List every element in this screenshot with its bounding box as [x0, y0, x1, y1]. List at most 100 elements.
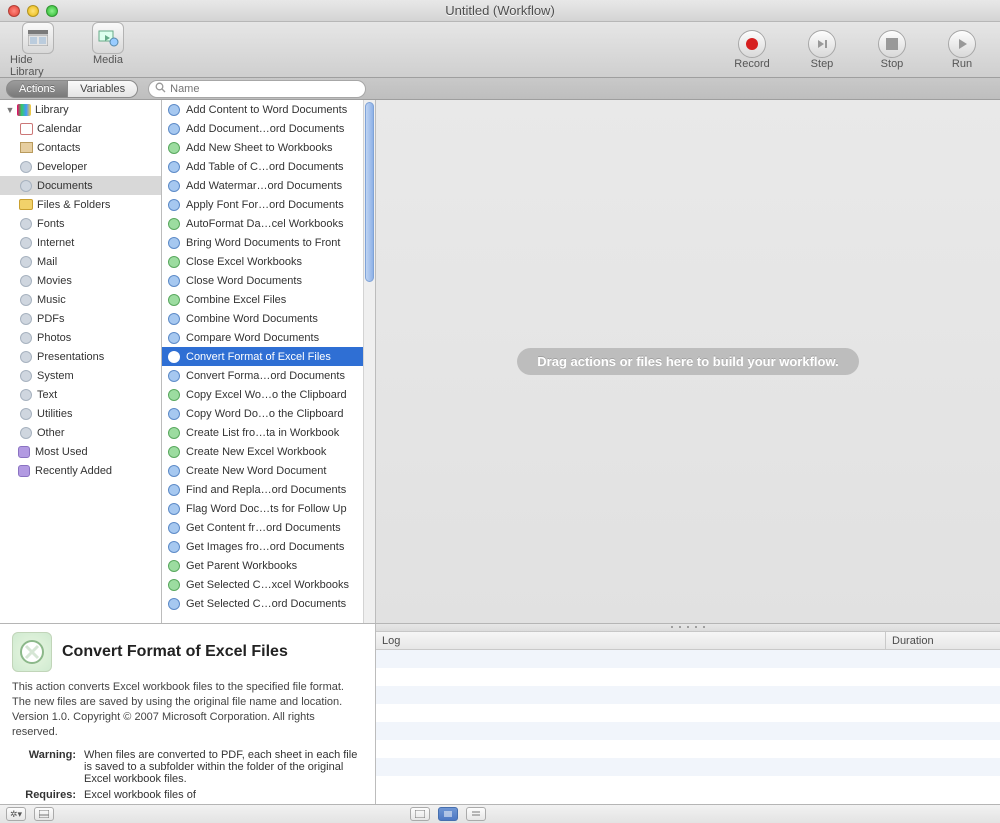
category-icon [18, 368, 34, 384]
tab-variables[interactable]: Variables [68, 80, 138, 98]
excel-icon [166, 254, 182, 270]
library-item[interactable]: Calendar [0, 119, 161, 138]
library-item[interactable]: Text [0, 385, 161, 404]
action-row[interactable]: Add Content to Word Documents [162, 100, 363, 119]
view-flow-button[interactable] [410, 807, 430, 821]
word-icon [166, 482, 182, 498]
action-row[interactable]: Add New Sheet to Workbooks [162, 138, 363, 157]
action-row[interactable]: Create New Excel Workbook [162, 442, 363, 461]
library-item[interactable]: Music [0, 290, 161, 309]
library-item[interactable]: Files & Folders [0, 195, 161, 214]
list-icon [443, 810, 453, 818]
library-item[interactable]: Documents [0, 176, 161, 195]
action-row[interactable]: Bring Word Documents to Front [162, 233, 363, 252]
action-row[interactable]: Create List fro…ta in Workbook [162, 423, 363, 442]
action-row[interactable]: Copy Word Do…o the Clipboard [162, 404, 363, 423]
action-row[interactable]: AutoFormat Da…cel Workbooks [162, 214, 363, 233]
library-item[interactable]: Developer [0, 157, 161, 176]
recently-added[interactable]: Recently Added [0, 461, 161, 480]
action-row[interactable]: Convert Forma…ord Documents [162, 366, 363, 385]
action-info-title: Convert Format of Excel Files [62, 643, 288, 661]
tab-actions[interactable]: Actions [6, 80, 68, 98]
category-icon [18, 273, 34, 289]
action-label: Add Watermar…ord Documents [186, 180, 342, 192]
search-icon [155, 82, 166, 96]
media-button[interactable]: Media [80, 22, 136, 78]
actions-list[interactable]: Add Content to Word DocumentsAdd Documen… [162, 100, 363, 623]
action-row[interactable]: Find and Repla…ord Documents [162, 480, 363, 499]
stop-icon [878, 30, 906, 58]
library-sidebar[interactable]: ▼ Library Calendar ContactsDeveloperDocum… [0, 100, 162, 623]
library-item[interactable]: System [0, 366, 161, 385]
category-icon [18, 406, 34, 422]
library-icon [22, 22, 54, 54]
grab-dots-icon [668, 625, 708, 630]
category-icon [18, 121, 34, 137]
action-row[interactable]: Add Table of C…ord Documents [162, 157, 363, 176]
library-item-label: Presentations [37, 351, 104, 363]
library-root[interactable]: ▼ Library [0, 100, 161, 119]
action-row[interactable]: Add Document…ord Documents [162, 119, 363, 138]
disclosure-triangle-icon[interactable]: ▼ [4, 105, 16, 115]
scrollbar-track[interactable] [363, 100, 375, 623]
record-button[interactable]: Record [724, 30, 780, 70]
run-button[interactable]: Run [934, 30, 990, 70]
recently-added-label: Recently Added [35, 465, 112, 477]
library-item[interactable]: Utilities [0, 404, 161, 423]
workflow-area[interactable]: Drag actions or files here to build your… [376, 100, 1000, 623]
stop-button[interactable]: Stop [864, 30, 920, 70]
gear-menu-button[interactable]: ✲▾ [6, 807, 26, 821]
library-item[interactable]: Movies [0, 271, 161, 290]
action-row[interactable]: Apply Font For…ord Documents [162, 195, 363, 214]
view-list-button[interactable] [438, 807, 458, 821]
toggle-info-button[interactable] [34, 807, 54, 821]
action-row[interactable]: Combine Excel Files [162, 290, 363, 309]
log-col-duration[interactable]: Duration [886, 632, 1000, 649]
search-field[interactable] [148, 80, 366, 98]
action-row[interactable]: Add Watermar…ord Documents [162, 176, 363, 195]
view-compact-button[interactable] [466, 807, 486, 821]
log-resize-handle[interactable] [376, 624, 1000, 632]
library-item[interactable]: Mail [0, 252, 161, 271]
library-item[interactable]: Contacts [0, 138, 161, 157]
word-icon [166, 520, 182, 536]
action-row[interactable]: Get Parent Workbooks [162, 556, 363, 575]
action-row[interactable]: Combine Word Documents [162, 309, 363, 328]
library-item[interactable]: PDFs [0, 309, 161, 328]
hide-library-button[interactable]: Hide Library [10, 22, 66, 78]
action-label: Get Parent Workbooks [186, 560, 297, 572]
action-row[interactable]: Get Images fro…ord Documents [162, 537, 363, 556]
library-item[interactable]: Fonts [0, 214, 161, 233]
log-row [376, 668, 1000, 686]
scrollbar-thumb[interactable] [365, 102, 374, 282]
action-row[interactable]: Flag Word Doc…ts for Follow Up [162, 499, 363, 518]
action-label: Create New Word Document [186, 465, 326, 477]
media-icon [92, 22, 124, 54]
library-item[interactable]: Internet [0, 233, 161, 252]
record-icon [738, 30, 766, 58]
action-row[interactable]: Convert Format of Excel Files [162, 347, 363, 366]
action-row[interactable]: Copy Excel Wo…o the Clipboard [162, 385, 363, 404]
library-item-label: System [37, 370, 74, 382]
most-used[interactable]: Most Used [0, 442, 161, 461]
action-label: Apply Font For…ord Documents [186, 199, 344, 211]
library-item-label: Calendar [37, 123, 82, 135]
library-item[interactable]: Photos [0, 328, 161, 347]
log-col-log[interactable]: Log [376, 632, 886, 649]
action-info-requires: Requires: Excel workbook files of [12, 789, 363, 801]
log-body[interactable] [376, 650, 1000, 804]
action-row[interactable]: Close Word Documents [162, 271, 363, 290]
step-button[interactable]: Step [794, 30, 850, 70]
excel-icon [166, 577, 182, 593]
action-row[interactable]: Get Content fr…ord Documents [162, 518, 363, 537]
stop-label: Stop [881, 58, 904, 70]
action-row[interactable]: Get Selected C…xcel Workbooks [162, 575, 363, 594]
action-row[interactable]: Get Selected C…ord Documents [162, 594, 363, 613]
action-info-warning: Warning: When files are converted to PDF… [12, 749, 363, 785]
action-row[interactable]: Compare Word Documents [162, 328, 363, 347]
library-item[interactable]: Presentations [0, 347, 161, 366]
action-row[interactable]: Create New Word Document [162, 461, 363, 480]
library-item[interactable]: Other [0, 423, 161, 442]
action-row[interactable]: Close Excel Workbooks [162, 252, 363, 271]
search-input[interactable] [170, 83, 359, 95]
